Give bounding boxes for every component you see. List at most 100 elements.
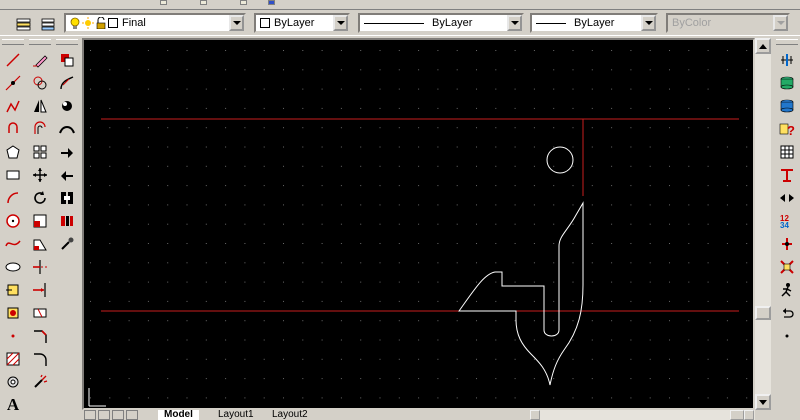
chevron-down-icon[interactable] — [507, 15, 522, 31]
tab-layout1[interactable]: Layout1 — [212, 410, 260, 420]
linetype-control-dropdown[interactable]: ByLayer — [358, 13, 524, 33]
circle-icon[interactable] — [1, 209, 25, 232]
arc-tool-icon[interactable] — [1, 186, 25, 209]
eyedropper-icon[interactable] — [55, 232, 79, 255]
polygon-icon[interactable] — [1, 140, 25, 163]
toolbar-button-stub[interactable] — [240, 0, 247, 5]
attribute-icon[interactable]: 12 34 — [775, 209, 799, 232]
undo-icon[interactable] — [775, 301, 799, 324]
standard-toolbar-strip — [0, 0, 800, 10]
purge-icon[interactable] — [775, 255, 799, 278]
vertical-scroll-thumb[interactable] — [755, 306, 771, 320]
horizontal-scroll-thumb[interactable] — [730, 410, 744, 420]
chevron-down-icon[interactable] — [333, 15, 348, 31]
toolbar-button-stub[interactable] — [200, 0, 207, 5]
toolbar-grip[interactable] — [56, 39, 78, 45]
lineweight-control-dropdown[interactable]: ByLayer — [530, 13, 658, 33]
prev-tab-arrow-icon[interactable] — [98, 410, 110, 420]
dimension-icon[interactable] — [775, 48, 799, 71]
rectangle-icon[interactable] — [1, 163, 25, 186]
block-attribute-icon[interactable] — [55, 186, 79, 209]
hatch-edit-icon[interactable] — [55, 71, 79, 94]
database-connect-icon[interactable] — [775, 94, 799, 117]
fillet-icon[interactable] — [28, 347, 52, 370]
trim-icon[interactable] — [28, 255, 52, 278]
explode-icon[interactable] — [28, 370, 52, 393]
database-icon[interactable] — [775, 71, 799, 94]
polyline-edit-icon[interactable] — [55, 94, 79, 117]
scale-icon[interactable] — [28, 209, 52, 232]
lightbulb-icon[interactable] — [70, 17, 80, 29]
arc-icon[interactable] — [1, 117, 25, 140]
layer-manager-icon[interactable] — [14, 14, 34, 33]
extend-icon[interactable] — [28, 278, 52, 301]
layer-dropdown[interactable]: Final — [64, 13, 246, 33]
mtext-edit-icon[interactable] — [55, 140, 79, 163]
text-style-icon[interactable] — [775, 163, 799, 186]
toolbar-grip[interactable] — [2, 39, 24, 45]
table-icon[interactable] — [775, 140, 799, 163]
toolbar-grip[interactable] — [29, 39, 51, 45]
svg-text:34: 34 — [780, 221, 789, 229]
chevron-down-icon[interactable] — [229, 15, 244, 31]
insert-block-icon[interactable] — [1, 278, 25, 301]
xref-icon[interactable] — [775, 232, 799, 255]
compare-icon[interactable] — [775, 186, 799, 209]
point-marker-icon[interactable] — [775, 324, 799, 347]
linetype-preview — [364, 22, 424, 24]
horizontal-scrollbar[interactable] — [530, 410, 755, 420]
grid-dots — [84, 40, 753, 408]
erase-icon[interactable] — [28, 48, 52, 71]
hatch-icon[interactable] — [1, 347, 25, 370]
draworder-icon[interactable] — [55, 48, 79, 71]
lock-icon[interactable] — [96, 17, 106, 29]
mirror-icon[interactable] — [28, 94, 52, 117]
first-tab-arrow-icon[interactable] — [84, 410, 96, 420]
color-value: ByLayer — [274, 17, 315, 29]
move-icon[interactable] — [28, 163, 52, 186]
sun-icon[interactable] — [82, 17, 94, 29]
break-icon[interactable] — [28, 301, 52, 324]
construction-line-icon[interactable] — [1, 71, 25, 94]
tab-layout2[interactable]: Layout2 — [266, 410, 314, 420]
point-icon[interactable] — [1, 324, 25, 347]
drawing-canvas[interactable] — [82, 38, 755, 410]
color-control-dropdown[interactable]: ByLayer — [254, 13, 350, 33]
scroll-down-arrow-icon[interactable] — [755, 394, 771, 410]
tab-model[interactable]: Model — [158, 410, 199, 420]
make-block-icon[interactable] — [1, 301, 25, 324]
region-icon[interactable] — [1, 370, 25, 393]
lineweight-value: ByLayer — [574, 17, 615, 29]
stretch-icon[interactable] — [28, 232, 52, 255]
text-icon[interactable]: A — [1, 393, 25, 416]
copy-icon[interactable] — [28, 71, 52, 94]
attribute-edit-icon[interactable] — [55, 163, 79, 186]
toolbar-grip[interactable] — [776, 39, 798, 45]
polyline-icon[interactable] — [1, 94, 25, 117]
properties-toolbar: Final ByLayer ByLayer ByLayer ByColor — [0, 11, 800, 36]
last-tab-arrow-icon[interactable] — [126, 410, 138, 420]
toolbar-button-stub[interactable] — [268, 0, 275, 5]
scroll-up-arrow-icon[interactable] — [755, 38, 771, 54]
next-tab-arrow-icon[interactable] — [112, 410, 124, 420]
lineweight-preview — [536, 22, 566, 24]
spline-edit-icon[interactable] — [55, 117, 79, 140]
run-icon[interactable] — [775, 278, 799, 301]
svg-text:?: ? — [787, 123, 795, 137]
scroll-right-arrow-icon[interactable] — [744, 410, 754, 420]
match-properties-icon[interactable] — [55, 209, 79, 232]
array-icon[interactable] — [28, 140, 52, 163]
query-icon[interactable]: ? — [775, 117, 799, 140]
draw-toolbar: A — [0, 38, 26, 416]
chamfer-icon[interactable] — [28, 324, 52, 347]
ellipse-icon[interactable] — [1, 255, 25, 278]
chevron-down-icon[interactable] — [641, 15, 656, 31]
spline-icon[interactable] — [1, 232, 25, 255]
toolbar-button-stub[interactable] — [160, 0, 167, 5]
line-icon[interactable] — [1, 48, 25, 71]
layer-previous-icon[interactable] — [38, 14, 58, 33]
offset-icon[interactable] — [28, 117, 52, 140]
rotate-icon[interactable] — [28, 186, 52, 209]
scroll-left-arrow-icon[interactable] — [530, 410, 540, 420]
vertical-scrollbar[interactable] — [755, 38, 771, 410]
